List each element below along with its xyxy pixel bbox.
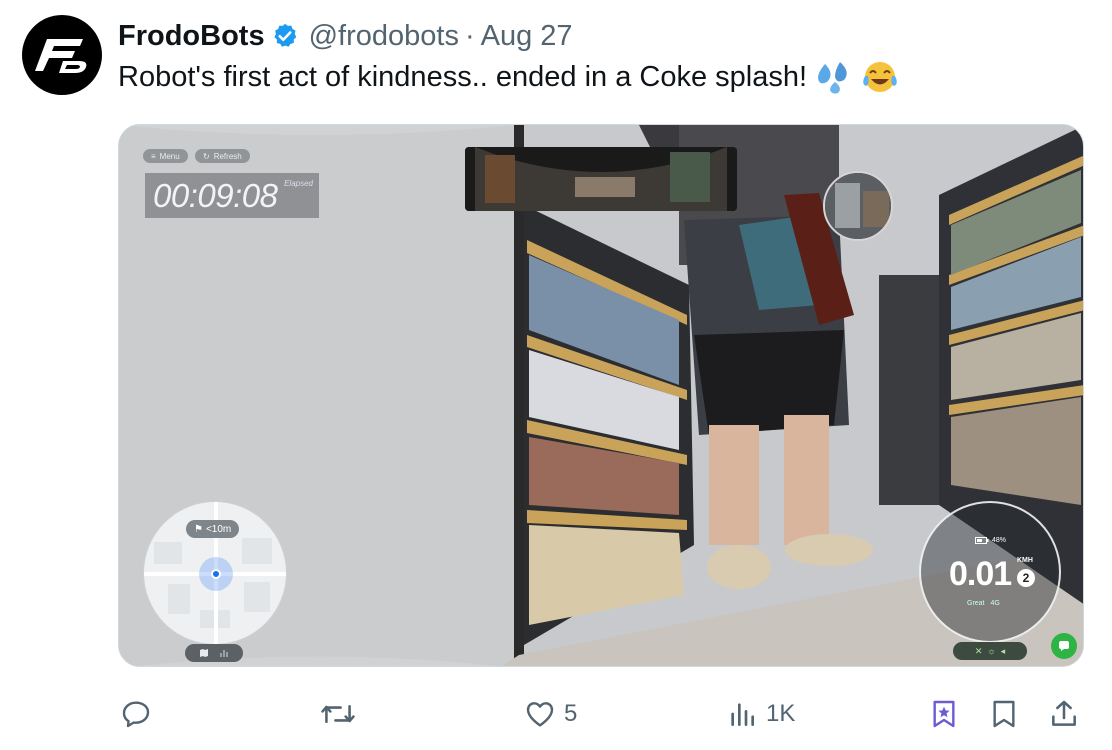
- like-button[interactable]: 5: [524, 690, 577, 738]
- user-handle[interactable]: @frodobots: [309, 20, 459, 53]
- bookmark-icon: [993, 700, 1015, 728]
- speedometer: 48% 0.01 KMH 2 Great 4G: [919, 501, 1061, 643]
- battery-indicator: 48%: [975, 537, 1006, 544]
- map-view-tabs[interactable]: [185, 644, 243, 662]
- repost-button[interactable]: [320, 690, 364, 738]
- tears-of-joy-icon: [861, 60, 899, 94]
- analytics-icon: [731, 703, 754, 726]
- sweat-droplets-icon: [815, 60, 853, 94]
- elapsed-timer: 00:09:08 Elapsed: [145, 173, 319, 218]
- minimap[interactable]: ⚑ <10m: [143, 501, 287, 645]
- chart-icon[interactable]: [219, 648, 229, 658]
- frodobots-logo-icon: [35, 39, 87, 73]
- tweet-actions: 5 1K: [0, 690, 1112, 738]
- menu-icon: ≡: [151, 151, 156, 161]
- tweet-date[interactable]: Aug 27: [481, 20, 573, 53]
- network-type: 4G: [990, 600, 1000, 607]
- side-camera-view: [823, 171, 893, 241]
- chat-icon: [1059, 641, 1069, 651]
- battery-icon: [975, 537, 989, 544]
- views-button[interactable]: 1K: [726, 690, 795, 738]
- reply-button[interactable]: [120, 690, 160, 738]
- separator-dot: ·: [464, 19, 475, 52]
- light-icon[interactable]: ☼: [987, 646, 995, 656]
- heart-icon: [526, 702, 554, 727]
- tweet-header: FrodoBots @frodobots · Aug 27: [118, 16, 573, 56]
- refresh-button[interactable]: ↻ Refresh: [195, 149, 250, 163]
- share-icon: [1052, 700, 1076, 726]
- repost-icon: [321, 704, 355, 723]
- signal-quality: Great: [967, 600, 985, 607]
- grok-bookmark-button[interactable]: [928, 690, 960, 738]
- signal-status: Great 4G: [967, 600, 1000, 607]
- tweet-text-content: Robot's first act of kindness.. ended in…: [118, 60, 808, 93]
- speed-unit: KMH: [1017, 557, 1033, 564]
- bookmark-star-icon: [933, 700, 955, 728]
- map-distance-badge: ⚑ <10m: [186, 520, 240, 538]
- like-count: 5: [564, 700, 578, 727]
- refresh-icon: ↻: [203, 151, 210, 161]
- tweet-text: Robot's first act of kindness.. ended in…: [118, 60, 899, 94]
- view-count: 1K: [766, 700, 796, 727]
- map-icon[interactable]: [199, 648, 209, 658]
- mic-muted-icon[interactable]: ✕: [975, 646, 983, 657]
- share-button[interactable]: [1048, 690, 1080, 738]
- rear-camera-view: [465, 147, 737, 211]
- verified-badge-icon: [271, 22, 299, 50]
- bookmark-button[interactable]: [988, 690, 1020, 738]
- reply-icon: [122, 701, 150, 728]
- speaker-icon[interactable]: ◂: [1001, 646, 1006, 657]
- elapsed-time: 00:09:08: [153, 176, 278, 214]
- gear-indicator: 2: [1017, 569, 1035, 587]
- elapsed-label: Elapsed: [284, 179, 313, 188]
- chat-button[interactable]: [1051, 633, 1077, 659]
- profile-avatar[interactable]: [22, 15, 102, 95]
- speed-value: 0.01: [949, 555, 1012, 593]
- audio-controls[interactable]: ✕ ☼ ◂: [953, 642, 1027, 660]
- flag-icon: ⚑: [194, 523, 203, 535]
- menu-button[interactable]: ≡ Menu: [143, 149, 188, 163]
- display-name[interactable]: FrodoBots: [118, 20, 265, 53]
- robot-location-marker: [199, 557, 233, 591]
- video-player[interactable]: ≡ Menu ↻ Refresh 00:09:08 Elapsed ⚑ <10m…: [118, 124, 1084, 667]
